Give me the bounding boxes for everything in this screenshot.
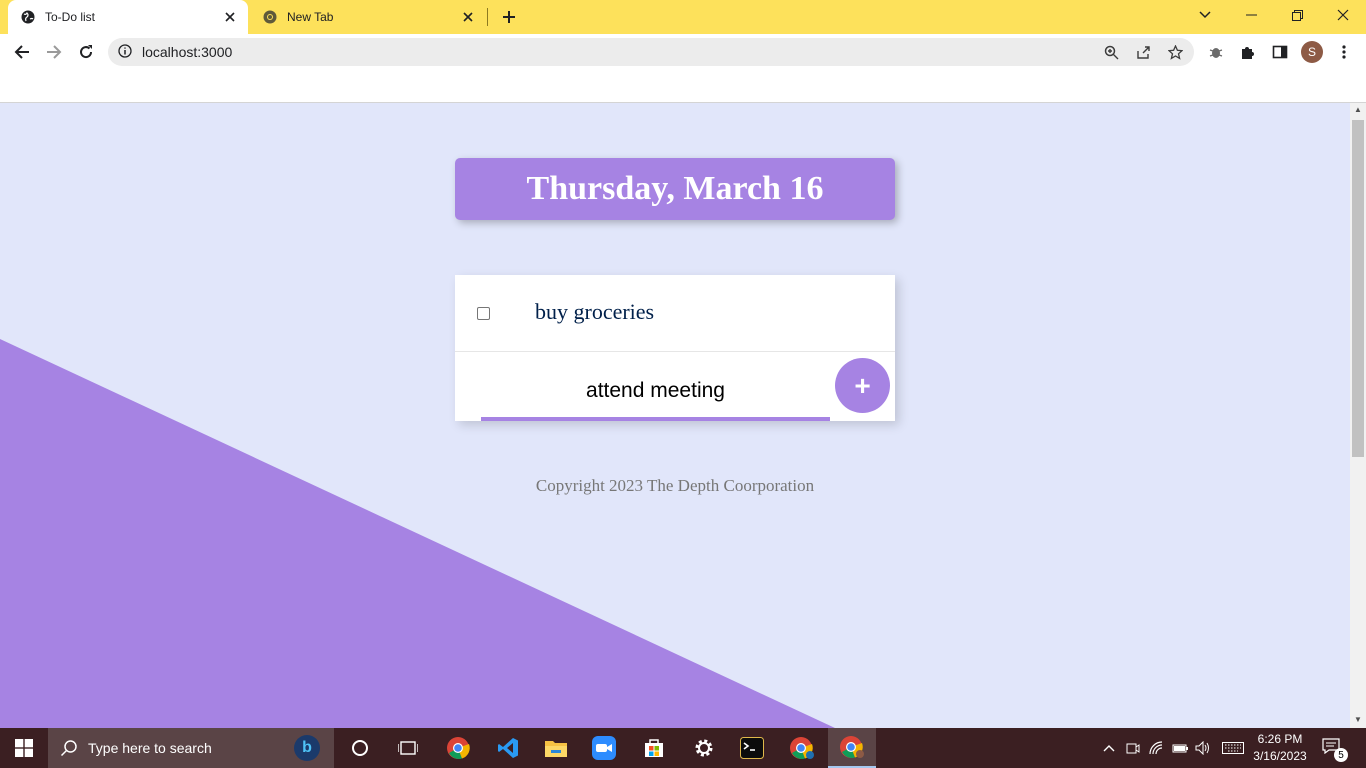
more-menu-icon[interactable]: [1334, 42, 1354, 62]
tab-strip: To-Do list New Tab: [0, 0, 1366, 34]
share-icon[interactable]: [1135, 44, 1151, 60]
close-tab-icon[interactable]: [218, 5, 242, 29]
back-button[interactable]: [8, 38, 36, 66]
reload-button[interactable]: [72, 38, 100, 66]
show-hidden-icons-icon[interactable]: [1099, 738, 1119, 758]
windows-taskbar: Type here to search b 6:26 PM 3/16/2023 …: [0, 728, 1366, 768]
bookmark-star-icon[interactable]: [1167, 44, 1183, 60]
file-explorer-icon[interactable]: [532, 728, 580, 768]
taskbar-search[interactable]: Type here to search b: [48, 728, 334, 768]
globe-icon: [20, 9, 36, 25]
chrome-profile-icon[interactable]: [778, 728, 826, 768]
profile-avatar[interactable]: S: [1301, 41, 1323, 63]
start-button[interactable]: [0, 728, 48, 768]
page-viewport: Thursday, March 16 buy groceries + Copyr…: [0, 103, 1350, 728]
clock-date: 3/16/2023: [1253, 749, 1307, 763]
side-panel-icon[interactable]: [1270, 42, 1290, 62]
footer-copyright: Copyright 2023 The Depth Coorporation: [535, 476, 815, 495]
url-text: localhost:3000: [142, 44, 233, 60]
tab-title: New Tab: [287, 10, 334, 24]
tab-todo-list[interactable]: To-Do list: [8, 0, 248, 34]
tab-search-chevron-icon[interactable]: [1182, 0, 1228, 30]
meet-now-icon[interactable]: [1123, 738, 1143, 758]
item-checkbox[interactable]: [477, 307, 490, 320]
search-placeholder: Type here to search: [88, 740, 212, 756]
taskbar-clock[interactable]: 6:26 PM 3/16/2023: [1246, 731, 1314, 765]
extensions-puzzle-icon[interactable]: [1238, 42, 1258, 62]
wifi-icon[interactable]: [1147, 738, 1167, 758]
chrome-icon: [262, 9, 278, 25]
vscode-icon[interactable]: [484, 728, 532, 768]
battery-icon[interactable]: [1171, 738, 1191, 758]
search-icon: [60, 739, 78, 762]
close-tab-icon[interactable]: [456, 5, 480, 29]
tab-separator: [487, 8, 488, 26]
chrome-icon[interactable]: [434, 728, 482, 768]
task-view-icon[interactable]: [384, 728, 432, 768]
tab-new-tab[interactable]: New Tab: [250, 0, 486, 34]
notification-count-badge: 5: [1334, 748, 1348, 762]
tab-title: To-Do list: [45, 10, 96, 24]
forward-button[interactable]: [40, 38, 68, 66]
new-tab-button[interactable]: [496, 4, 522, 30]
address-bar[interactable]: localhost:3000: [108, 38, 1194, 66]
date-heading-box: Thursday, March 16: [455, 158, 895, 220]
scroll-down-icon[interactable]: ▼: [1354, 715, 1362, 724]
notification-center-icon[interactable]: 5: [1322, 738, 1348, 762]
terminal-icon[interactable]: [728, 728, 776, 768]
list-item: buy groceries: [455, 275, 895, 352]
clock-time: 6:26 PM: [1257, 732, 1303, 746]
zoom-app-icon[interactable]: [580, 728, 628, 768]
scroll-thumb[interactable]: [1352, 120, 1364, 457]
chrome-active-icon[interactable]: [828, 728, 876, 768]
date-heading: Thursday, March 16: [526, 170, 824, 207]
bug-extension-icon[interactable]: [1206, 42, 1226, 62]
new-item-input[interactable]: [481, 365, 830, 421]
volume-icon[interactable]: [1193, 738, 1213, 758]
minimize-button[interactable]: [1228, 0, 1274, 30]
restore-button[interactable]: [1274, 0, 1320, 30]
site-info-icon[interactable]: [118, 44, 132, 63]
windows-logo-icon: [15, 739, 33, 757]
add-item-button[interactable]: +: [835, 358, 890, 413]
microsoft-store-icon[interactable]: [630, 728, 678, 768]
browser-toolbar: localhost:3000 S: [0, 34, 1366, 70]
close-window-button[interactable]: [1320, 0, 1366, 30]
bing-icon[interactable]: b: [294, 735, 320, 761]
settings-icon[interactable]: [680, 728, 728, 768]
scroll-up-icon[interactable]: ▲: [1354, 105, 1362, 114]
keyboard-icon[interactable]: [1221, 738, 1245, 758]
todo-list-box: buy groceries +: [455, 275, 895, 421]
page-scrollbar[interactable]: ▲ ▼: [1350, 103, 1366, 728]
item-text: buy groceries: [535, 299, 655, 324]
cortana-icon[interactable]: [336, 728, 384, 768]
zoom-icon[interactable]: [1103, 44, 1119, 60]
